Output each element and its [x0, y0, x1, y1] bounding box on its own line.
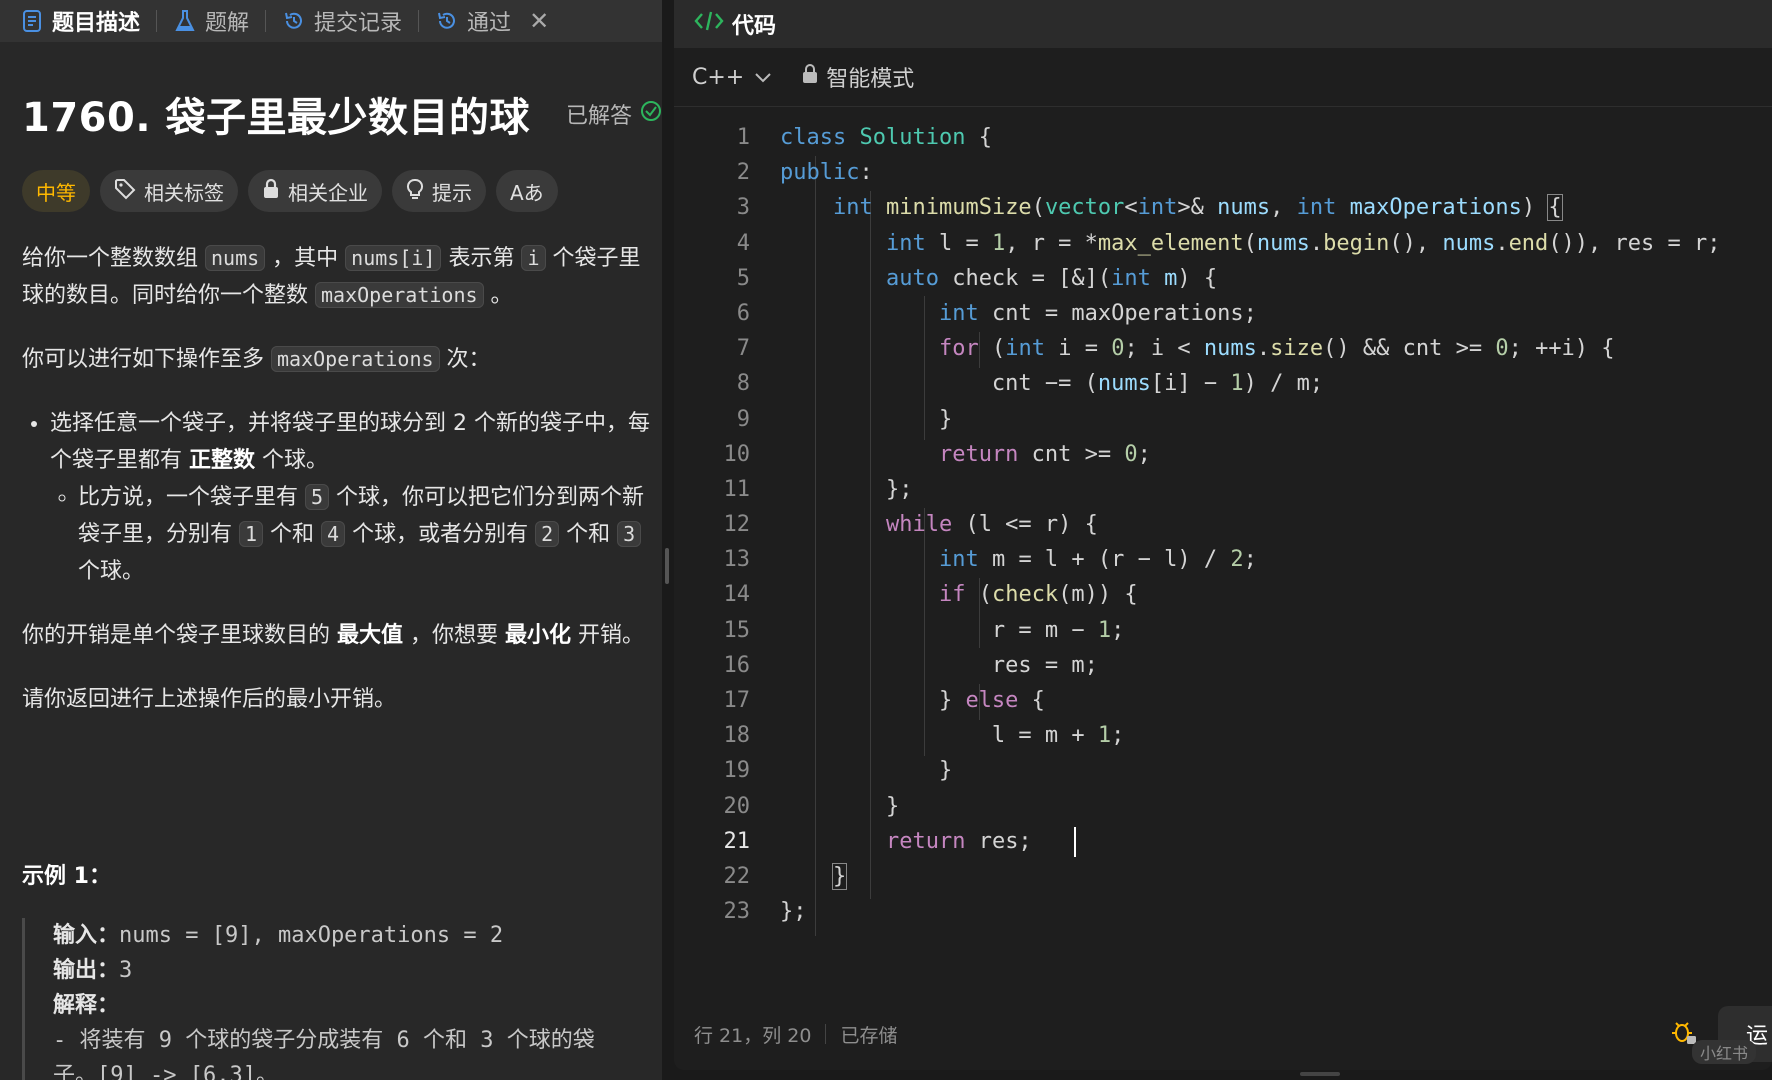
related-tags-button[interactable]: 相关标签: [100, 170, 238, 212]
chevron-down-icon: [754, 65, 772, 90]
code-panel-header: 代码: [674, 0, 1772, 48]
status-divider: [825, 1024, 827, 1044]
description-paragraph: 你的开销是单个袋子里球数目的 最大值 ，你想要 最小化 开销。: [22, 623, 645, 648]
flask-icon: [173, 9, 197, 33]
code-line: 7 for (int i = 0; i < nums.size() && cnt…: [736, 336, 1615, 362]
history-icon: [282, 9, 306, 33]
close-icon[interactable]: ✕: [529, 7, 549, 35]
debug-icon[interactable]: [1670, 1018, 1698, 1046]
splitter-handle[interactable]: [665, 548, 669, 584]
example-title: 示例 1：: [22, 864, 111, 889]
difficulty-badge: 中等: [22, 170, 90, 212]
code-line: 9 }: [736, 406, 953, 432]
list-item: 选择任意一个袋子，并将袋子里的球分到 2 个新的袋子中，每个袋子里都有 正整数 …: [50, 405, 652, 590]
code-line: 11 };: [723, 476, 913, 502]
tab-divider: [265, 10, 267, 32]
tab-accepted-label: 通过: [467, 11, 512, 36]
smart-mode-toggle[interactable]: 智能模式: [802, 61, 914, 93]
description-icon: [20, 9, 44, 33]
hint-button[interactable]: 提示: [392, 170, 486, 212]
page-title: 1760. 袋子里最少数目的球: [22, 95, 530, 141]
code-line: 14 if (check(m)) {: [723, 582, 1138, 608]
tab-accepted[interactable]: 通过 ✕: [429, 0, 555, 42]
history-icon: [435, 9, 459, 33]
code-line: 18 l = m + 1;: [723, 723, 1125, 749]
code-line-current: 21 return res;: [674, 824, 1772, 859]
tab-description-label: 题目描述: [52, 11, 141, 36]
smart-mode-label: 智能模式: [826, 67, 915, 92]
code-line: 6 int cnt = maxOperations;: [736, 300, 1257, 326]
code-line: 13 int m = l + (r − l) / 2;: [723, 547, 1257, 573]
code-line: 10 return cnt >= 0;: [723, 441, 1151, 467]
panel-splitter[interactable]: [662, 0, 674, 1080]
tab-divider: [156, 10, 158, 32]
code-editor[interactable]: 1 class Solution { 2 public: 3 int minimum…: [674, 120, 1772, 936]
description-paragraph: 请你返回进行上述操作后的最小开销。: [22, 687, 397, 712]
cursor-position: 行 21，列 20: [694, 1024, 812, 1047]
code-icon: [694, 10, 724, 38]
code-line: 12 while (l <= r) {: [723, 512, 1098, 538]
code-panel: 代码 C++ 智能模式 1 class Solution { 2 public: 3…: [674, 0, 1772, 1070]
description-paragraph: 你可以进行如下操作至多 maxOperations 次：: [22, 346, 491, 372]
bottom-resize-handle[interactable]: [1300, 1072, 1340, 1076]
code-line: 17 } else {: [723, 688, 1045, 713]
related-tags-label: 相关标签: [144, 180, 224, 205]
check-circle-icon: [640, 100, 662, 128]
code-line: 2 public:: [736, 160, 873, 186]
watermark: 小红书: [1691, 1040, 1756, 1064]
hint-label: 提示: [432, 180, 472, 205]
tab-submissions[interactable]: 提交记录: [276, 0, 408, 42]
lock-icon: [802, 64, 818, 90]
problem-tabs: 题目描述 题解 提交记录 通过 ✕: [0, 0, 662, 42]
translate-icon: Aあ: [510, 180, 544, 205]
tab-description[interactable]: 题目描述: [14, 0, 146, 42]
problem-tags: 中等 相关标签 相关企业 提示 Aあ: [22, 170, 558, 212]
description-paragraph: 给你一个整数数组 nums ，其中 nums[i] 表示第 i 个袋子里球的数目…: [22, 245, 641, 308]
problem-header: 1760. 袋子里最少数目的球 已解答: [22, 86, 662, 142]
translate-button[interactable]: Aあ: [496, 170, 558, 212]
language-select[interactable]: C++: [692, 65, 772, 90]
code-line: 8 cnt −= (nums[i] − 1) / m;: [736, 371, 1324, 397]
operation-list: 选择任意一个袋子，并将袋子里的球分到 2 个新的袋子中，每个袋子里都有 正整数 …: [22, 405, 652, 590]
code-line: 5 auto check = [&](int m) {: [736, 265, 1218, 291]
code-panel-title: 代码: [732, 14, 777, 39]
solved-label: 已解答: [566, 104, 633, 129]
list-item: 比方说，一个袋子里有 5 个球，你可以把它们分到两个新袋子里，分别有 1 个和 …: [78, 479, 652, 590]
solved-status: 已解答: [566, 98, 662, 130]
tab-submissions-label: 提交记录: [314, 11, 403, 36]
tab-solutions-label: 题解: [205, 11, 250, 36]
lock-icon: [262, 178, 280, 205]
save-status: 已存储: [840, 1024, 898, 1047]
code-line: 4 int l = 1, r = *max_element(nums.begin…: [736, 230, 1721, 256]
lightbulb-icon: [406, 178, 424, 205]
problem-description: 给你一个整数数组 nums ，其中 nums[i] 表示第 i 个袋子里球的数目…: [22, 240, 652, 745]
code-line: 20 }: [723, 793, 900, 819]
code-line: 3 int minimumSize(vector<int>& nums, int…: [736, 194, 1563, 222]
text-cursor: [1074, 826, 1076, 857]
difficulty-label: 中等: [36, 180, 76, 205]
editor-statusbar: 行 21，列 20 已存储: [674, 1010, 1772, 1058]
code-line: 22 }: [723, 862, 848, 890]
tag-icon: [114, 178, 136, 205]
editor-toolbar: C++ 智能模式: [674, 48, 1772, 107]
code-line: 15 r = m − 1;: [723, 617, 1125, 643]
problem-panel: 题目描述 题解 提交记录 通过 ✕ 1760. 袋子里最少数目的球 已解答 中等…: [0, 0, 662, 1080]
tab-solutions[interactable]: 题解: [167, 0, 255, 42]
related-companies-label: 相关企业: [288, 180, 368, 205]
code-line: 23};: [723, 899, 807, 925]
code-line: 1 class Solution {: [736, 125, 992, 150]
tab-divider: [418, 10, 420, 32]
code-line: 16 res = m;: [723, 652, 1098, 678]
example-block: 输入：nums = [9], maxOperations = 2 输出：3 解释…: [22, 918, 662, 1080]
related-companies-button[interactable]: 相关企业: [248, 170, 382, 212]
code-line: 19 }: [723, 758, 953, 784]
language-label: C++: [692, 64, 745, 90]
